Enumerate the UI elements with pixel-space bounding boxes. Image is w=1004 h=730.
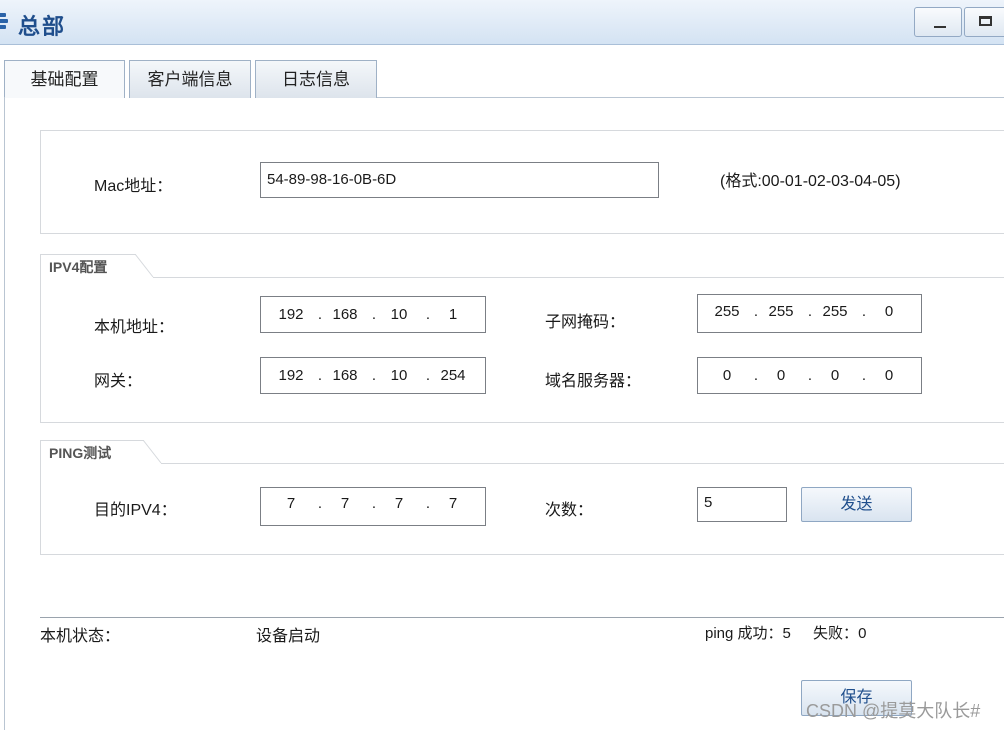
ip-dot: . (425, 495, 431, 512)
ip-octet: 0 (884, 367, 894, 384)
dns-input[interactable]: 0 . 0 . 0 . 0 (697, 357, 922, 394)
ip-octet: 10 (390, 306, 408, 323)
title-bar: 总部 (0, 0, 1004, 45)
ipv4-panel (40, 254, 1004, 423)
ip-octet: 255 (714, 303, 740, 320)
ip-octet: 7 (448, 495, 458, 512)
ip-dot: . (371, 367, 377, 384)
minimize-icon (934, 26, 946, 28)
watermark-text: CSDN @提莫大队长# (806, 701, 981, 721)
ipv4-legend-slant (135, 254, 154, 278)
ip-dot: . (425, 367, 431, 384)
dns-label: 域名服务器： (545, 373, 642, 390)
app-icon (0, 10, 12, 32)
ip-dot: . (753, 303, 759, 320)
ip-dot: . (861, 367, 867, 384)
ip-octet: 0 (776, 367, 786, 384)
ip-dot: . (425, 306, 431, 323)
tab-log-info[interactable]: 日志信息 (255, 60, 377, 98)
gateway-input[interactable]: 192 . 168 . 10 . 254 (260, 357, 486, 394)
status-label: 本机状态： (40, 628, 121, 645)
ipv4-section-title: IPV4配置 (40, 254, 136, 278)
window-title: 总部 (18, 14, 67, 39)
tab-client-info[interactable]: 客户端信息 (129, 60, 251, 98)
mac-format-hint: (格式:00-01-02-03-04-05) (720, 173, 901, 190)
ping-count-input[interactable]: 5 (697, 487, 787, 522)
ip-dot: . (753, 367, 759, 384)
ip-octet: 255 (768, 303, 794, 320)
subnet-mask-label: 子网掩码： (545, 314, 626, 331)
local-addr-label: 本机地址： (94, 319, 175, 336)
gateway-label: 网关： (94, 373, 143, 390)
ip-octet: 192 (278, 306, 304, 323)
dest-ipv4-label: 目的IPV4： (94, 502, 177, 519)
ip-octet: 168 (332, 367, 358, 384)
maximize-icon (979, 16, 992, 26)
ip-dot: . (807, 367, 813, 384)
status-divider (40, 617, 1004, 618)
ping-count-label: 次数： (545, 502, 594, 519)
ip-octet: 168 (332, 306, 358, 323)
ip-dot: . (861, 303, 867, 320)
ping-success-label: ping 成功： (705, 625, 783, 642)
ping-success-count: 5 (782, 625, 791, 642)
maximize-button[interactable] (964, 7, 1004, 37)
ping-fail-label: 失败： (813, 625, 859, 642)
dest-ipv4-input[interactable]: 7 . 7 . 7 . 7 (260, 487, 486, 526)
ip-dot: . (371, 306, 377, 323)
ping-legend-line (161, 463, 1004, 464)
ip-octet: 192 (278, 367, 304, 384)
send-button[interactable]: 发送 (801, 487, 912, 522)
ip-octet: 0 (884, 303, 894, 320)
ping-fail-count: 0 (858, 625, 867, 642)
ip-octet: 255 (822, 303, 848, 320)
ip-dot: . (371, 495, 377, 512)
ipv4-legend-line (153, 277, 1004, 278)
ip-octet: 0 (830, 367, 840, 384)
ip-octet: 7 (394, 495, 404, 512)
ip-octet: 7 (340, 495, 350, 512)
mac-input-value: 54-89-98-16-0B-6D (267, 171, 397, 188)
ip-dot: . (317, 306, 323, 323)
mac-input[interactable]: 54-89-98-16-0B-6D (260, 162, 659, 198)
ip-octet: 1 (448, 306, 458, 323)
tab-basic-config[interactable]: 基础配置 (4, 60, 125, 98)
ip-octet: 0 (722, 367, 732, 384)
ip-dot: . (317, 495, 323, 512)
ping-section-title: PING测试 (40, 440, 144, 464)
ip-octet: 10 (390, 367, 408, 384)
status-value: 设备启动 (256, 628, 321, 645)
ip-octet: 7 (286, 495, 296, 512)
subnet-mask-input[interactable]: 255 . 255 . 255 . 0 (697, 294, 922, 333)
ping-legend-slant (143, 440, 162, 464)
minimize-button[interactable] (914, 7, 962, 37)
ip-dot: . (317, 367, 323, 384)
ping-count-value: 5 (704, 494, 713, 511)
mac-label: Mac地址： (94, 178, 173, 195)
ping-result: ping 成功：5 失败：0 (705, 622, 866, 643)
local-addr-input[interactable]: 192 . 168 . 10 . 1 (260, 296, 486, 333)
ip-dot: . (807, 303, 813, 320)
ip-octet: 254 (440, 367, 466, 384)
